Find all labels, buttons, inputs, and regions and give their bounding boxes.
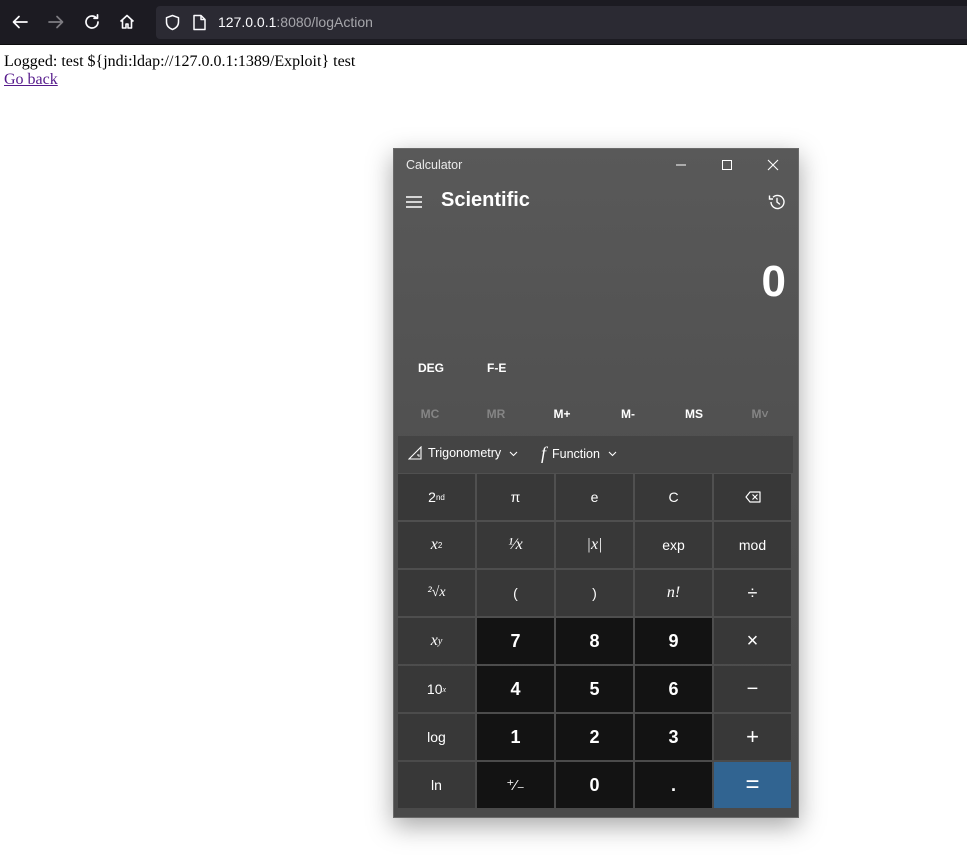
- hamburger-menu-icon[interactable]: [405, 193, 423, 211]
- digit-0-button[interactable]: 0: [556, 762, 633, 808]
- close-icon: [767, 159, 779, 171]
- trigonometry-label: Trigonometry: [428, 446, 502, 460]
- keypad: 2nd π e C x2 ¹⁄x |x| exp mod ²√x ( ) n! …: [398, 474, 794, 808]
- exp-button[interactable]: exp: [635, 522, 712, 568]
- sqrt-label: ²√x: [427, 585, 446, 600]
- maximize-button[interactable]: [704, 149, 750, 181]
- window-title: Calculator: [406, 158, 463, 172]
- deg-button[interactable]: DEG: [418, 361, 444, 375]
- factorial-button[interactable]: n!: [635, 570, 712, 616]
- reload-button[interactable]: [77, 7, 107, 37]
- power-base: x: [430, 632, 438, 649]
- log-message: Logged: test ${jndi:ldap://127.0.0.1:138…: [4, 53, 356, 70]
- left-paren-button[interactable]: (: [477, 570, 554, 616]
- decimal-button[interactable]: .: [635, 762, 712, 808]
- function-row: Trigonometry f Function: [398, 436, 793, 473]
- digit-6-button[interactable]: 6: [635, 666, 712, 712]
- digit-8-button[interactable]: 8: [556, 618, 633, 664]
- backspace-button[interactable]: [714, 474, 791, 520]
- minimize-button[interactable]: [658, 149, 704, 181]
- factorial-label: n!: [666, 584, 681, 601]
- mod-button[interactable]: mod: [714, 522, 791, 568]
- reciprocal-label: ¹⁄x: [508, 536, 523, 553]
- mode-title: Scientific: [441, 189, 530, 211]
- m-minus-button[interactable]: M-: [595, 407, 661, 421]
- chevron-down-icon: [608, 451, 617, 457]
- memory-list-button[interactable]: M˅: [727, 407, 793, 421]
- digit-7-button[interactable]: 7: [477, 618, 554, 664]
- forward-button[interactable]: [41, 7, 71, 37]
- mc-button[interactable]: MC: [397, 407, 463, 421]
- second-button[interactable]: 2nd: [398, 474, 475, 520]
- mr-button[interactable]: MR: [463, 407, 529, 421]
- power-sup: y: [437, 635, 443, 647]
- maximize-icon: [722, 160, 732, 170]
- ten-power-base: 10: [426, 681, 443, 697]
- arrow-left-icon: [12, 15, 28, 29]
- trigonometry-dropdown[interactable]: Trigonometry: [408, 446, 518, 460]
- right-paren-button[interactable]: ): [556, 570, 633, 616]
- pi-button[interactable]: π: [477, 474, 554, 520]
- fe-button[interactable]: F-E: [487, 361, 506, 375]
- abs-button[interactable]: |x|: [556, 522, 633, 568]
- go-back-link[interactable]: Go back: [4, 71, 58, 88]
- multiply-button[interactable]: ×: [714, 618, 791, 664]
- digit-1-button[interactable]: 1: [477, 714, 554, 760]
- reload-icon: [85, 13, 99, 29]
- sqrt-button[interactable]: ²√x: [398, 570, 475, 616]
- url-text[interactable]: 127.0.0.1:8080/logAction: [218, 14, 373, 30]
- browser-toolbar: 127.0.0.1:8080/logAction: [0, 0, 967, 45]
- digit-3-button[interactable]: 3: [635, 714, 712, 760]
- close-button[interactable]: [750, 149, 796, 181]
- url-bar[interactable]: 127.0.0.1:8080/logAction: [156, 6, 967, 39]
- square-base: x: [430, 536, 438, 553]
- home-icon: [119, 14, 135, 29]
- back-button[interactable]: [5, 7, 35, 37]
- second-sup: nd: [435, 492, 445, 502]
- power-button[interactable]: xy: [398, 618, 475, 664]
- page-icon[interactable]: [192, 14, 207, 31]
- log-button[interactable]: log: [398, 714, 475, 760]
- abs-label: |x|: [586, 536, 603, 553]
- digit-4-button[interactable]: 4: [477, 666, 554, 712]
- minimize-icon: [676, 164, 686, 166]
- ln-button[interactable]: ln: [398, 762, 475, 808]
- chevron-down-icon: [509, 451, 518, 456]
- square-button[interactable]: x2: [398, 522, 475, 568]
- url-path: :8080/logAction: [276, 14, 373, 30]
- second-base: 2: [428, 489, 436, 505]
- page-content: Logged: test ${jndi:ldap://127.0.0.1:138…: [4, 53, 355, 89]
- ten-power-button[interactable]: 10 x: [398, 666, 475, 712]
- digit-5-button[interactable]: 5: [556, 666, 633, 712]
- backspace-icon: [744, 491, 761, 503]
- digit-2-button[interactable]: 2: [556, 714, 633, 760]
- function-dropdown[interactable]: f Function: [541, 443, 617, 464]
- plus-button[interactable]: +: [714, 714, 791, 760]
- clear-button[interactable]: C: [635, 474, 712, 520]
- m-plus-button[interactable]: M+: [529, 407, 595, 421]
- divide-button[interactable]: ÷: [714, 570, 791, 616]
- function-label: Function: [552, 446, 600, 461]
- negate-button[interactable]: ⁺⁄₋: [477, 762, 554, 808]
- e-button[interactable]: e: [556, 474, 633, 520]
- square-sup: 2: [437, 540, 443, 550]
- ten-power-sup: x: [442, 684, 447, 694]
- home-button[interactable]: [112, 7, 142, 37]
- shield-icon[interactable]: [164, 14, 181, 31]
- equals-button[interactable]: =: [714, 762, 791, 808]
- ms-button[interactable]: MS: [661, 407, 727, 421]
- url-host: 127.0.0.1: [218, 14, 277, 30]
- function-f-icon: f: [541, 443, 547, 463]
- history-icon[interactable]: [767, 192, 787, 212]
- reciprocal-button[interactable]: ¹⁄x: [477, 522, 554, 568]
- digit-9-button[interactable]: 9: [635, 618, 712, 664]
- calculator-window: Calculator Scientific 0 DEG F-E MC MR M+…: [393, 148, 799, 818]
- arrow-right-icon: [48, 15, 64, 29]
- result-display: 0: [761, 257, 786, 306]
- minus-button[interactable]: −: [714, 666, 791, 712]
- triangle-ruler-icon: [408, 446, 422, 460]
